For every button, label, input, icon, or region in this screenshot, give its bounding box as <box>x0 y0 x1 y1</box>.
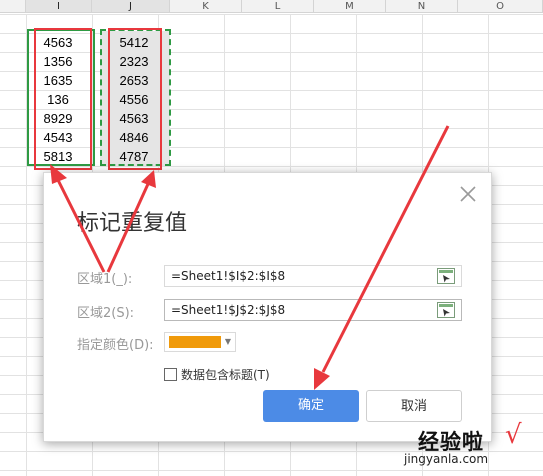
range1-label: 区域1(_): <box>77 272 133 287</box>
ok-button[interactable]: 确定 <box>263 390 359 422</box>
dialog-title: 标记重复值 <box>77 211 188 236</box>
column-header-m[interactable]: M <box>314 0 386 13</box>
annotation-box-column-i <box>34 28 92 170</box>
column-header-i[interactable]: I <box>26 0 92 13</box>
include-header-checkbox[interactable] <box>164 368 177 381</box>
column-header-o[interactable]: O <box>458 0 543 13</box>
include-header-label[interactable]: 数据包含标题(T) <box>181 366 270 383</box>
watermark-url: jingyanla.com <box>404 452 489 466</box>
column-header-j[interactable]: J <box>92 0 170 13</box>
range2-field[interactable]: =Sheet1!$J$2:$J$8 <box>164 299 462 321</box>
range1-picker-icon[interactable] <box>437 268 455 284</box>
annotation-box-column-j <box>108 28 162 170</box>
color-dropdown[interactable]: ▼ <box>164 332 236 352</box>
column-header-l[interactable]: L <box>242 0 314 13</box>
close-icon[interactable] <box>459 185 477 203</box>
watermark-check-mark: √ <box>505 420 522 450</box>
chevron-down-icon: ▼ <box>224 337 231 346</box>
corner-header <box>0 0 26 13</box>
column-header-k[interactable]: K <box>170 0 242 13</box>
range2-label: 区域2(S): <box>77 306 135 321</box>
range1-field[interactable]: =Sheet1!$I$2:$I$8 <box>164 265 462 287</box>
color-swatch <box>169 336 221 348</box>
mark-duplicates-dialog: 标记重复值 区域1(_): =Sheet1!$I$2:$I$8 区域2(S): … <box>43 172 492 442</box>
column-header-n[interactable]: N <box>386 0 458 13</box>
color-label: 指定颜色(D): <box>77 338 154 353</box>
cancel-button[interactable]: 取消 <box>366 390 462 422</box>
range2-picker-icon[interactable] <box>437 302 455 318</box>
